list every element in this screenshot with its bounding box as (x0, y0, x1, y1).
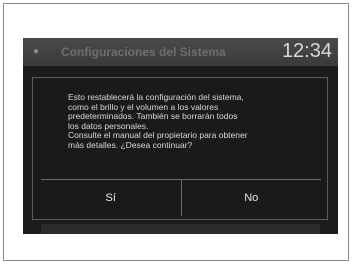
no-button[interactable]: No (180, 180, 322, 216)
dialog-buttons: Sí No (41, 179, 321, 216)
menu-icon[interactable]: ● (33, 47, 42, 57)
figure-frame: ● Configuraciones del Sistema 12:34 Esto… (3, 3, 349, 261)
header-bar: ● Configuraciones del Sistema 12:34 (23, 38, 338, 66)
page-title: Configuraciones del Sistema (61, 45, 226, 59)
yes-button[interactable]: Sí (41, 180, 181, 216)
confirm-dialog: Esto restablecerá la configuración del s… (32, 77, 328, 220)
dialog-message: Esto restablecerá la configuración del s… (68, 92, 248, 150)
clock: 12:34 (281, 40, 332, 62)
bottom-bar (41, 224, 320, 234)
display-screen: ● Configuraciones del Sistema 12:34 Esto… (23, 38, 338, 234)
